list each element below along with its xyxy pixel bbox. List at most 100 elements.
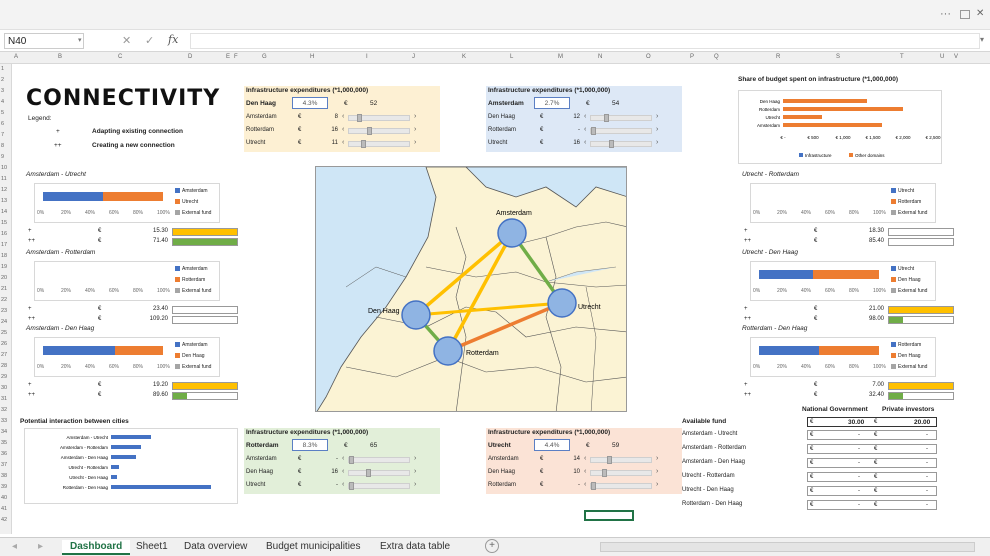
enter-icon[interactable]: ✓ <box>145 34 154 47</box>
infra-panel-percent[interactable]: 8.3% <box>292 439 328 451</box>
column-header[interactable]: I <box>366 54 368 60</box>
slider-decrease-icon[interactable]: ‹ <box>584 139 586 146</box>
row-header[interactable]: 14 <box>1 209 7 215</box>
row-header[interactable]: 36 <box>1 451 7 457</box>
row-header[interactable]: 11 <box>1 176 7 182</box>
slider-decrease-icon[interactable]: ‹ <box>584 113 586 120</box>
tab-scroll-right-icon[interactable]: ▸ <box>38 541 43 552</box>
row-header[interactable]: 28 <box>1 363 7 369</box>
slider-increase-icon[interactable]: › <box>656 113 658 120</box>
slider-thumb[interactable] <box>604 114 610 122</box>
formula-input[interactable] <box>190 33 980 49</box>
budget-slider[interactable] <box>348 482 410 490</box>
row-header[interactable]: 24 <box>1 319 7 325</box>
infra-panel-percent[interactable]: 2.7% <box>534 97 570 109</box>
budget-slider[interactable] <box>348 469 410 477</box>
fund-row[interactable]: € - € - <box>807 486 937 496</box>
fund-row[interactable]: € - € - <box>807 444 937 454</box>
slider-increase-icon[interactable]: › <box>656 455 658 462</box>
row-header[interactable]: 13 <box>1 198 7 204</box>
budget-slider[interactable] <box>348 114 410 122</box>
row-header[interactable]: 8 <box>1 143 4 149</box>
function-icon[interactable]: fx <box>168 33 178 46</box>
restore-icon[interactable] <box>960 10 970 19</box>
column-header[interactable]: V <box>954 54 958 60</box>
row-header[interactable]: 31 <box>1 396 7 402</box>
row-header[interactable]: 10 <box>1 165 7 171</box>
row-header[interactable]: 29 <box>1 374 7 380</box>
slider-thumb[interactable] <box>591 482 596 490</box>
column-header[interactable]: U <box>940 54 944 60</box>
selected-cell[interactable] <box>584 510 634 521</box>
budget-slider[interactable] <box>590 140 652 148</box>
row-header[interactable]: 19 <box>1 264 7 270</box>
budget-slider[interactable] <box>590 482 652 490</box>
row-header[interactable]: 33 <box>1 418 7 424</box>
slider-increase-icon[interactable]: › <box>656 468 658 475</box>
slider-increase-icon[interactable]: › <box>656 126 658 133</box>
cancel-icon[interactable]: ✕ <box>122 34 131 47</box>
column-header[interactable]: N <box>598 54 602 60</box>
row-header[interactable]: 40 <box>1 495 7 501</box>
row-header[interactable]: 20 <box>1 275 7 281</box>
column-header[interactable]: T <box>900 54 904 60</box>
row-header[interactable]: 17 <box>1 242 7 248</box>
column-header[interactable]: E <box>226 54 230 60</box>
horizontal-scrollbar[interactable] <box>600 542 975 552</box>
column-header[interactable]: J <box>412 54 415 60</box>
tab-data-overview[interactable]: Data overview <box>176 540 255 553</box>
infra-panel-percent[interactable]: 4.4% <box>534 439 570 451</box>
slider-thumb[interactable] <box>602 469 608 477</box>
column-header[interactable]: H <box>310 54 314 60</box>
slider-thumb[interactable] <box>349 456 354 464</box>
slider-decrease-icon[interactable]: ‹ <box>342 468 344 475</box>
row-header[interactable]: 12 <box>1 187 7 193</box>
row-header[interactable]: 34 <box>1 429 7 435</box>
worksheet[interactable]: CONNECTIVITY Legend: + Adapting existing… <box>12 64 980 534</box>
column-header[interactable]: L <box>510 54 513 60</box>
fund-row[interactable]: € - € - <box>807 458 937 468</box>
row-header[interactable]: 37 <box>1 462 7 468</box>
row-header[interactable]: 32 <box>1 407 7 413</box>
column-header[interactable]: C <box>118 54 122 60</box>
row-header[interactable]: 1 <box>1 66 4 72</box>
column-header[interactable]: M <box>558 54 563 60</box>
close-icon[interactable]: ✕ <box>976 8 984 19</box>
slider-increase-icon[interactable]: › <box>414 139 416 146</box>
slider-decrease-icon[interactable]: ‹ <box>342 481 344 488</box>
tab-budget-municipalities[interactable]: Budget municipalities <box>258 540 369 553</box>
column-header[interactable]: D <box>188 54 192 60</box>
tab-sheet1[interactable]: Sheet1 <box>128 540 176 553</box>
budget-slider[interactable] <box>348 456 410 464</box>
row-header[interactable]: 39 <box>1 484 7 490</box>
budget-slider[interactable] <box>590 469 652 477</box>
row-header[interactable]: 35 <box>1 440 7 446</box>
slider-thumb[interactable] <box>366 127 372 135</box>
budget-slider[interactable] <box>590 456 652 464</box>
tab-scroll-left-icon[interactable]: ◂ <box>12 541 17 552</box>
row-header[interactable]: 15 <box>1 220 7 226</box>
slider-increase-icon[interactable]: › <box>414 455 416 462</box>
column-header[interactable]: F <box>234 54 238 60</box>
row-header[interactable]: 30 <box>1 385 7 391</box>
column-header[interactable]: Q <box>714 54 719 60</box>
add-sheet-button[interactable]: + <box>485 539 499 553</box>
slider-thumb[interactable] <box>591 127 596 135</box>
budget-slider[interactable] <box>590 127 652 135</box>
row-header[interactable]: 7 <box>1 132 4 138</box>
slider-thumb[interactable] <box>357 114 363 122</box>
row-header[interactable]: 25 <box>1 330 7 336</box>
row-header[interactable]: 6 <box>1 121 4 127</box>
slider-thumb[interactable] <box>361 140 367 148</box>
slider-decrease-icon[interactable]: ‹ <box>584 126 586 133</box>
row-header[interactable]: 22 <box>1 297 7 303</box>
row-header[interactable]: 9 <box>1 154 4 160</box>
more-options-icon[interactable]: ··· <box>940 8 951 20</box>
tab-extra-data-table[interactable]: Extra data table <box>372 540 458 553</box>
column-header[interactable]: G <box>262 54 267 60</box>
slider-decrease-icon[interactable]: ‹ <box>342 455 344 462</box>
slider-decrease-icon[interactable]: ‹ <box>342 126 344 133</box>
slider-increase-icon[interactable]: › <box>414 126 416 133</box>
slider-thumb[interactable] <box>608 140 614 148</box>
row-header[interactable]: 3 <box>1 88 4 94</box>
